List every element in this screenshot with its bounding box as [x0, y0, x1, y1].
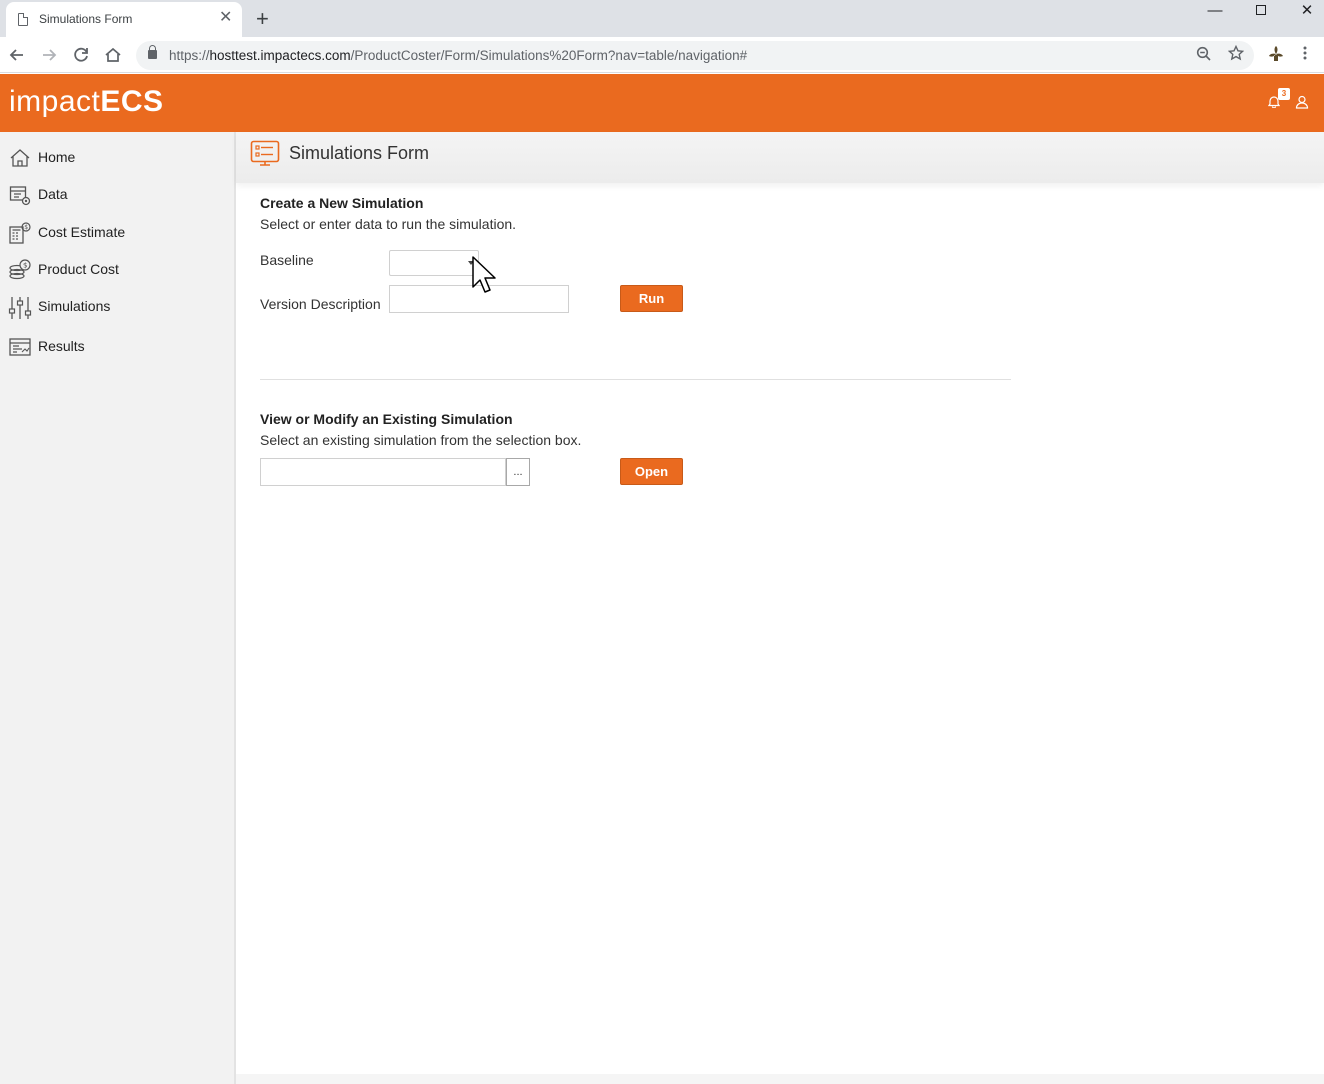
impactecs-logo[interactable]: impactECS	[9, 85, 164, 119]
sidebar-item-cost-estimate[interactable]: $ Cost Estimate	[0, 215, 234, 249]
window-minimize-icon[interactable]: —	[1192, 2, 1238, 20]
lock-icon	[148, 45, 157, 59]
sidebar-item-product-cost[interactable]: $ Product Cost	[0, 252, 234, 286]
forward-arrow-icon[interactable]	[38, 44, 60, 66]
sidebar-item-simulations[interactable]: Simulations	[0, 289, 234, 323]
section-divider	[260, 379, 1011, 380]
existing-section-description: Select an existing simulation from the s…	[260, 432, 582, 448]
window-maximize-icon[interactable]	[1238, 2, 1284, 20]
mouse-cursor-icon	[472, 256, 498, 298]
home-icon	[8, 146, 32, 170]
sidebar-item-label: Product Cost	[38, 261, 119, 277]
notification-count-badge: 3	[1278, 88, 1290, 100]
open-button[interactable]: Open	[620, 458, 683, 485]
simulation-selection-input[interactable]	[260, 458, 506, 486]
sidebar-item-home[interactable]: Home	[0, 140, 234, 174]
run-button[interactable]: Run	[620, 285, 683, 312]
sidebar-item-data[interactable]: Data	[0, 177, 234, 211]
back-arrow-icon[interactable]	[6, 44, 28, 66]
reload-icon[interactable]	[70, 44, 92, 66]
zoom-icon[interactable]	[1196, 46, 1212, 66]
sidebar-item-label: Simulations	[38, 298, 111, 314]
baseline-select[interactable]	[389, 250, 479, 276]
svg-text:$: $	[24, 224, 28, 231]
bookmark-star-icon[interactable]	[1227, 44, 1245, 66]
url-text: https://hosttest.impactecs.com/ProductCo…	[169, 48, 748, 63]
extension-fleur-icon[interactable]	[1266, 44, 1286, 69]
browser-menu-icon[interactable]	[1302, 44, 1308, 67]
version-description-label: Version Description	[260, 296, 381, 312]
existing-section-title: View or Modify an Existing Simulation	[260, 411, 513, 427]
home-page-icon[interactable]	[102, 44, 124, 66]
app-header: impactECS	[0, 74, 1324, 132]
simulations-icon	[8, 295, 32, 319]
create-section-title: Create a New Simulation	[260, 195, 424, 211]
sidebar-item-label: Data	[38, 186, 68, 202]
results-icon	[8, 335, 32, 359]
main-content: Simulations Form Create a New Simulation…	[236, 132, 1324, 1084]
baseline-label: Baseline	[260, 252, 314, 268]
create-section-description: Select or enter data to run the simulati…	[260, 216, 517, 232]
document-icon	[18, 13, 28, 26]
user-profile-icon[interactable]	[1295, 95, 1309, 109]
product-cost-icon: $	[8, 258, 32, 282]
new-tab-icon[interactable]: +	[256, 6, 269, 32]
page-header: Simulations Form	[236, 132, 1324, 183]
footer-bar	[236, 1074, 1324, 1084]
browse-ellipsis-button[interactable]: ...	[506, 458, 530, 486]
svg-text:$: $	[23, 262, 27, 270]
sidebar-item-label: Home	[38, 149, 76, 165]
cost-estimate-icon: $	[8, 221, 32, 245]
page-title: Simulations Form	[289, 143, 430, 163]
window-close-icon[interactable]: ✕	[1284, 2, 1324, 20]
data-icon	[8, 183, 32, 207]
sidebar-item-label: Cost Estimate	[38, 224, 126, 240]
tab-title: Simulations Form	[39, 12, 133, 26]
form-icon	[250, 140, 280, 167]
browser-tabstrip: Simulations Form ✕ + — ✕	[0, 0, 1324, 37]
browser-toolbar: https://hosttest.impactecs.com/ProductCo…	[0, 37, 1324, 73]
sidebar-item-label: Results	[38, 338, 85, 354]
tab-close-icon[interactable]: ✕	[219, 10, 232, 26]
address-bar[interactable]: https://hosttest.impactecs.com/ProductCo…	[136, 41, 1254, 70]
sidebar-item-results[interactable]: Results	[0, 329, 234, 363]
sidebar: Home Data $ Cost Estimate $ Product Cost…	[0, 132, 236, 1084]
browser-tab[interactable]: Simulations Form ✕	[6, 2, 242, 37]
